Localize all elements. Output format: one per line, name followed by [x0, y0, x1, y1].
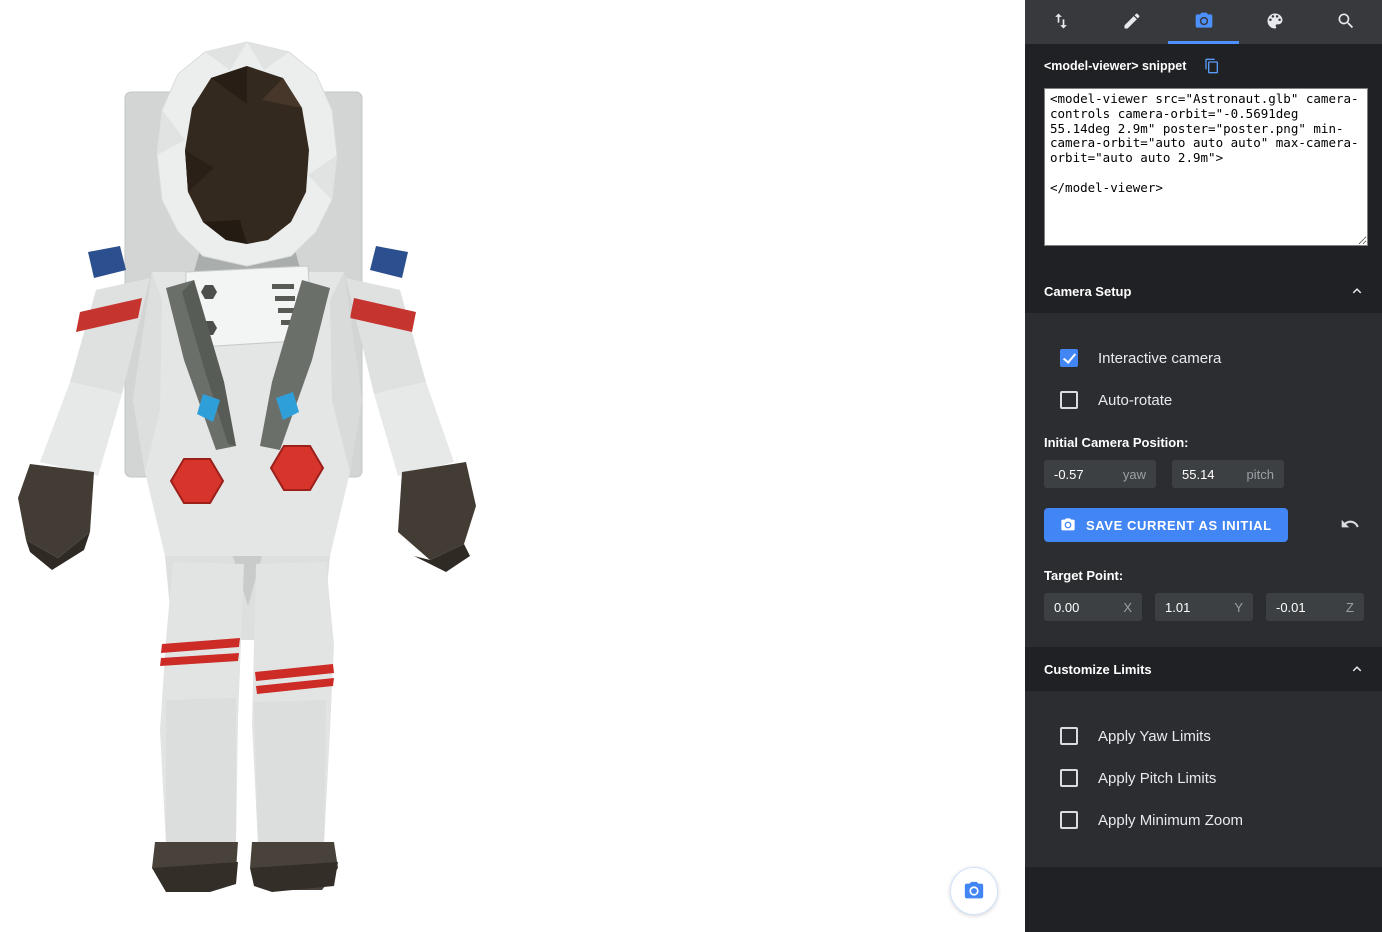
pitch-suffix: pitch [1247, 467, 1274, 482]
customize-limits-content: Apply Yaw Limits Apply Pitch Limits Appl… [1025, 691, 1382, 867]
apply-yaw-limits-checkbox[interactable] [1060, 727, 1078, 745]
target-z-input[interactable]: -0.01 Z [1266, 593, 1364, 621]
apply-yaw-limits-label: Apply Yaw Limits [1098, 728, 1211, 745]
chevron-up-icon[interactable] [1348, 282, 1366, 300]
customize-limits-title: Customize Limits [1044, 662, 1152, 677]
editor-toolbar [1025, 0, 1382, 44]
pitch-input[interactable]: 55.14 pitch [1172, 460, 1284, 488]
pencil-icon [1122, 11, 1142, 31]
target-z-value: -0.01 [1276, 600, 1306, 615]
snippet-section: <model-viewer> snippet <model-viewer src… [1025, 44, 1382, 269]
editor-panel: <model-viewer> snippet <model-viewer src… [1025, 0, 1382, 932]
camera-setup-header[interactable]: Camera Setup [1025, 269, 1382, 313]
tab-materials[interactable] [1239, 0, 1310, 44]
target-y-value: 1.01 [1165, 600, 1190, 615]
panel-footer-spacer [1025, 867, 1382, 932]
copy-snippet-button[interactable] [1204, 58, 1220, 74]
tab-edit[interactable] [1096, 0, 1167, 44]
pitch-value: 55.14 [1182, 467, 1215, 482]
customize-limits-header[interactable]: Customize Limits [1025, 647, 1382, 691]
screenshot-fab-button[interactable] [950, 867, 998, 915]
palette-icon [1265, 11, 1285, 31]
camera-icon [1194, 11, 1214, 31]
auto-rotate-row[interactable]: Auto-rotate [1044, 379, 1366, 421]
undo-icon [1340, 514, 1360, 534]
undo-button[interactable] [1340, 514, 1360, 537]
target-x-input[interactable]: 0.00 X [1044, 593, 1142, 621]
apply-minimum-zoom-label: Apply Minimum Zoom [1098, 812, 1243, 829]
yaw-suffix: yaw [1123, 467, 1146, 482]
apply-minimum-zoom-checkbox[interactable] [1060, 811, 1078, 829]
target-point-label: Target Point: [1044, 568, 1366, 583]
camera-icon [963, 880, 985, 902]
apply-minimum-zoom-row[interactable]: Apply Minimum Zoom [1044, 799, 1366, 841]
snippet-code-textarea[interactable]: <model-viewer src="Astronaut.glb" camera… [1044, 88, 1368, 246]
target-x-value: 0.00 [1054, 600, 1079, 615]
tab-file-manager[interactable] [1025, 0, 1096, 44]
target-x-suffix: X [1123, 600, 1132, 615]
apply-pitch-limits-row[interactable]: Apply Pitch Limits [1044, 757, 1366, 799]
tab-inspector[interactable] [1311, 0, 1382, 44]
tab-camera[interactable] [1168, 0, 1239, 44]
apply-yaw-limits-row[interactable]: Apply Yaw Limits [1044, 715, 1366, 757]
interactive-camera-label: Interactive camera [1098, 350, 1221, 367]
apply-pitch-limits-checkbox[interactable] [1060, 769, 1078, 787]
target-y-suffix: Y [1234, 600, 1243, 615]
save-button-label: SAVE CURRENT AS INITIAL [1086, 518, 1272, 533]
interactive-camera-checkbox[interactable] [1060, 349, 1078, 367]
target-y-input[interactable]: 1.01 Y [1155, 593, 1253, 621]
initial-camera-position-label: Initial Camera Position: [1044, 435, 1366, 450]
yaw-input[interactable]: -0.57 yaw [1044, 460, 1156, 488]
swap-vertical-icon [1051, 11, 1071, 31]
target-z-suffix: Z [1346, 600, 1354, 615]
save-current-as-initial-button[interactable]: SAVE CURRENT AS INITIAL [1044, 508, 1288, 542]
astronaut-model [0, 0, 500, 932]
copy-icon [1204, 58, 1220, 74]
auto-rotate-label: Auto-rotate [1098, 392, 1172, 409]
camera-setup-content: Interactive camera Auto-rotate Initial C… [1025, 313, 1382, 647]
chevron-up-icon[interactable] [1348, 660, 1366, 678]
auto-rotate-checkbox[interactable] [1060, 391, 1078, 409]
yaw-value: -0.57 [1054, 467, 1084, 482]
camera-icon [1060, 517, 1076, 533]
camera-setup-title: Camera Setup [1044, 284, 1131, 299]
model-viewer-canvas[interactable] [0, 0, 1025, 932]
snippet-title: <model-viewer> snippet [1044, 59, 1186, 73]
apply-pitch-limits-label: Apply Pitch Limits [1098, 770, 1216, 787]
search-icon [1336, 11, 1356, 31]
interactive-camera-row[interactable]: Interactive camera [1044, 337, 1366, 379]
